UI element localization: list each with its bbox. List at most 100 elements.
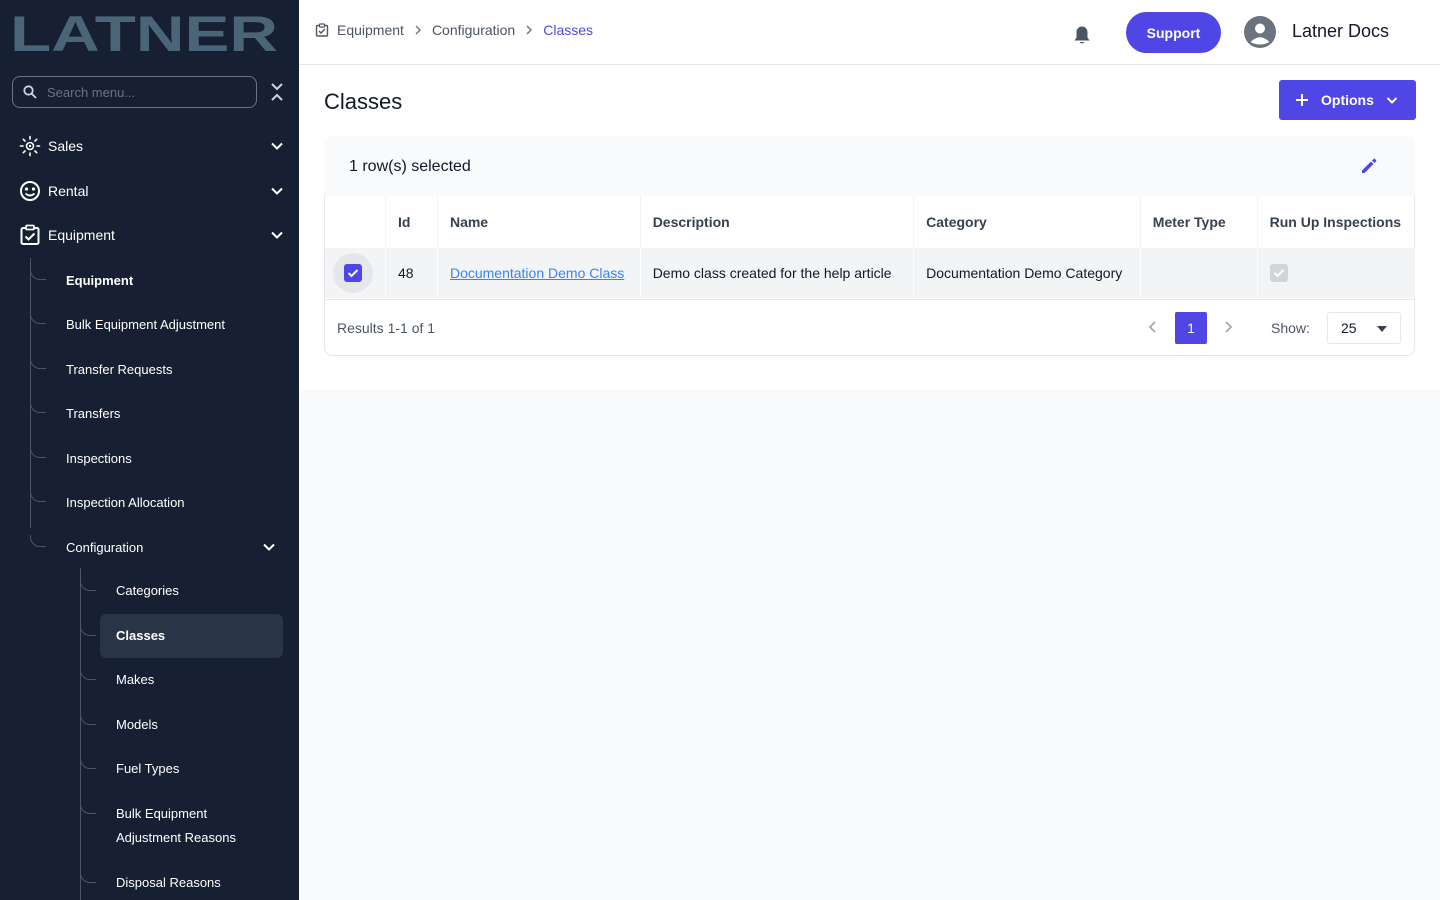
column-header-select: [325, 196, 386, 248]
page-number-button[interactable]: 1: [1175, 312, 1207, 344]
chevron-down-icon: [271, 142, 283, 150]
sidebar-item-label: Disposal Reasons: [116, 875, 221, 890]
sidebar-item-label: Fuel Types: [116, 761, 180, 776]
column-header-name[interactable]: Name: [437, 196, 641, 248]
sidebar-item-makes[interactable]: Makes: [100, 658, 283, 702]
breadcrumb-configuration[interactable]: Configuration: [432, 22, 515, 38]
cell-category: Documentation Demo Category: [913, 248, 1141, 298]
checkbox-checked: [344, 264, 362, 282]
options-label: Options: [1321, 92, 1374, 108]
support-button[interactable]: Support: [1126, 12, 1221, 53]
tree-line: [30, 258, 31, 528]
bell-icon[interactable]: [1071, 24, 1093, 46]
clipboard-icon: [315, 23, 329, 37]
sidebar-item-configuration[interactable]: Configuration: [50, 527, 285, 567]
chevron-right-icon: [526, 25, 533, 35]
sidebar: LATNER Sales Rental Equipment Equipment …: [0, 0, 299, 900]
tree-branch: [30, 490, 46, 502]
checkmark-icon: [1273, 269, 1284, 278]
rental-icon: [20, 181, 40, 201]
sidebar-item-bulk-equipment-adjustment[interactable]: Bulk Equipment Adjustment: [50, 304, 285, 344]
sidebar-item-label: Bulk Equipment Adjustment: [66, 316, 225, 332]
options-button[interactable]: Options: [1279, 80, 1416, 120]
sidebar-item-inspections[interactable]: Inspections: [50, 438, 285, 478]
sidebar-item-equipment-list[interactable]: Equipment: [50, 260, 285, 300]
main-panel: Classes Options 1 row(s) selected Id Nam…: [299, 65, 1440, 389]
column-header-meter-type[interactable]: Meter Type: [1140, 196, 1258, 248]
search-menu-input[interactable]: [47, 84, 237, 100]
sidebar-item-label: Categories: [116, 583, 179, 598]
sidebar-item-disposal-reasons[interactable]: Disposal Reasons: [100, 861, 283, 900]
collapse-menu-icon[interactable]: [268, 82, 286, 102]
tree-branch: [30, 312, 46, 324]
page-size-value: 25: [1341, 320, 1357, 336]
sidebar-item-label: Inspection Allocation: [66, 494, 185, 510]
sidebar-item-label: Rental: [48, 183, 89, 199]
breadcrumb: Equipment Configuration Classes: [315, 22, 593, 38]
logo-text: LATNER: [10, 12, 278, 54]
sidebar-item-inspection-allocation[interactable]: Inspection Allocation: [50, 482, 285, 522]
sales-icon: [19, 135, 41, 157]
latner-logo[interactable]: LATNER: [10, 12, 280, 54]
tree-branch: [80, 668, 96, 680]
sidebar-item-sales[interactable]: Sales: [0, 126, 299, 166]
column-header-category[interactable]: Category: [913, 196, 1141, 248]
sidebar-item-label: Transfers: [66, 405, 121, 421]
plus-icon: [1296, 94, 1308, 106]
cell-description: Demo class created for the help article: [640, 248, 915, 298]
selection-bar: 1 row(s) selected: [324, 136, 1415, 196]
table-footer: Results 1-1 of 1 1 Show: 25: [325, 299, 1414, 355]
tree-branch: [80, 757, 96, 769]
page-size-label: Show:: [1271, 320, 1310, 336]
sidebar-item-label: Inspections: [66, 450, 132, 466]
breadcrumb-equipment[interactable]: Equipment: [337, 22, 404, 38]
sidebar-item-label: Models: [116, 717, 158, 732]
sidebar-item-label: Bulk Equipment Adjustment Reasons: [116, 806, 236, 845]
tree-branch: [30, 268, 46, 280]
cell-id: 48: [385, 248, 438, 298]
user-avatar-icon[interactable]: [1244, 16, 1276, 48]
chevron-right-icon[interactable]: [1222, 320, 1234, 334]
tree-branch: [30, 446, 46, 458]
sidebar-item-fuel-types[interactable]: Fuel Types: [100, 747, 283, 791]
sidebar-item-categories[interactable]: Categories: [100, 569, 283, 613]
sidebar-item-equipment[interactable]: Equipment: [0, 215, 299, 255]
table-row[interactable]: 48 Documentation Demo Class Demo class c…: [325, 248, 1415, 298]
checkmark-icon: [347, 269, 359, 278]
sidebar-item-classes[interactable]: Classes: [100, 614, 283, 658]
sidebar-item-transfer-requests[interactable]: Transfer Requests: [50, 349, 285, 389]
tree-branch: [80, 713, 96, 725]
page-title: Classes: [324, 89, 403, 114]
search-icon: [23, 85, 37, 99]
equipment-icon: [20, 224, 40, 245]
chevron-left-icon[interactable]: [1147, 320, 1159, 334]
selection-count: 1 row(s) selected: [349, 158, 471, 175]
search-menu-box[interactable]: [12, 76, 257, 108]
column-header-run-up-inspections[interactable]: Run Up Inspections: [1257, 196, 1415, 248]
chevron-down-icon: [263, 543, 275, 551]
sidebar-item-transfers[interactable]: Transfers: [50, 393, 285, 433]
column-header-description[interactable]: Description: [640, 196, 915, 248]
sidebar-item-label: Transfer Requests: [66, 361, 173, 377]
sidebar-item-label: Equipment: [66, 272, 134, 288]
sidebar-item-rental[interactable]: Rental: [0, 171, 299, 211]
results-count: Results 1-1 of 1: [337, 320, 436, 336]
sidebar-item-label: Equipment: [48, 227, 115, 243]
class-name-link[interactable]: Documentation Demo Class: [450, 265, 624, 281]
edit-pencil-icon[interactable]: [1359, 156, 1379, 176]
chevron-down-icon: [1386, 97, 1398, 104]
sidebar-item-label: Classes: [116, 628, 166, 643]
sidebar-item-bulk-equipment-adjustment-reasons[interactable]: Bulk Equipment Adjustment Reasons: [100, 798, 283, 854]
classes-table: Id Name Description Category Meter Type …: [325, 196, 1415, 298]
sidebar-item-models[interactable]: Models: [100, 703, 283, 747]
user-name[interactable]: Latner Docs: [1292, 21, 1389, 42]
chevron-right-icon: [415, 25, 421, 35]
classes-table-container: Id Name Description Category Meter Type …: [324, 196, 1415, 356]
tree-branch: [30, 401, 46, 413]
column-header-id[interactable]: Id: [385, 196, 438, 248]
page-size-select[interactable]: 25: [1327, 312, 1401, 344]
row-select-checkbox[interactable]: [333, 253, 373, 293]
tree-branch: [30, 357, 46, 369]
tree-branch: [80, 624, 96, 636]
sidebar-item-label: Sales: [48, 138, 84, 154]
